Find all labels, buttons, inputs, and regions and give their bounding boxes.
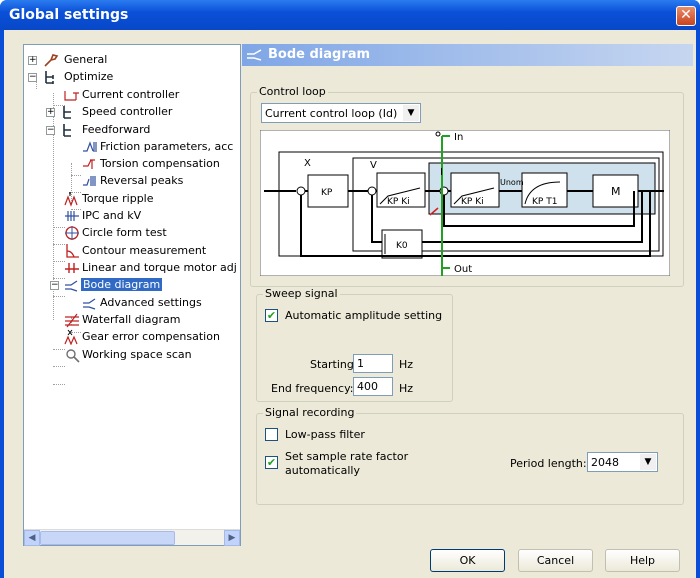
diagram-kpt1-label: KP T1: [532, 197, 557, 207]
sample-rate-label: Set sample rate factor: [285, 450, 409, 463]
sample-rate-checkbox[interactable]: ✔: [265, 456, 278, 469]
torsion-icon: [83, 159, 95, 169]
settings-tree[interactable]: + General − Optimize Current controller …: [23, 44, 241, 546]
sweep-signal-label: Sweep signal: [263, 287, 340, 300]
lowpass-filter-checkbox[interactable]: [265, 428, 278, 441]
diagram-x-label: X: [304, 158, 311, 169]
bode-icon: [65, 280, 78, 292]
lowpass-filter-label: Low-pass filter: [285, 428, 365, 441]
chevron-down-icon: ▼: [403, 105, 419, 121]
sample-rate-label-2: automatically: [285, 464, 360, 477]
collapse-icon[interactable]: −: [46, 126, 55, 135]
scroll-thumb[interactable]: [40, 531, 175, 545]
advanced-icon: [83, 298, 96, 310]
scroll-right-icon[interactable]: ▶: [224, 530, 240, 546]
dialog-window: Global settings ✕ + General − Optimize C…: [0, 0, 700, 578]
speed-controller-icon: [63, 106, 71, 119]
bode-icon: [247, 49, 262, 61]
starting-label: Starting: [310, 358, 354, 371]
contour-icon: [66, 244, 79, 258]
cancel-button[interactable]: Cancel: [518, 549, 593, 572]
gear-error-icon: [64, 329, 78, 345]
expand-icon[interactable]: +: [28, 56, 37, 65]
period-length-label: Period length:: [510, 457, 587, 470]
panel-header: Bode diagram: [242, 44, 693, 66]
diagram-in-label: In: [454, 132, 463, 143]
auto-amplitude-label: Automatic amplitude setting: [285, 309, 443, 322]
end-frequency-label: End frequency:: [271, 382, 354, 395]
tree-horizontal-scrollbar[interactable]: ◀ ▶: [24, 529, 240, 546]
scan-icon: [66, 349, 80, 363]
close-button[interactable]: ✕: [676, 6, 696, 26]
dialog-client-area: + General − Optimize Current controller …: [4, 30, 696, 578]
diagram-k0-label: K0: [396, 241, 408, 251]
control-loop-diagram: In Out X V I KP KP Ki KP Ki Unom KP T1 K…: [260, 130, 670, 276]
expand-icon[interactable]: +: [46, 108, 55, 117]
signal-recording-label: Signal recording: [263, 406, 357, 419]
feedforward-icon: [63, 124, 71, 137]
diagram-m-label: M: [611, 185, 621, 198]
optimize-icon: [45, 71, 54, 84]
reversal-icon: [83, 176, 96, 186]
friction-icon: [83, 141, 97, 152]
auto-amplitude-checkbox[interactable]: ✔: [265, 309, 278, 322]
period-length-select[interactable]: 2048 ▼: [587, 452, 658, 472]
starting-unit: Hz: [399, 358, 414, 371]
help-button[interactable]: Help: [605, 549, 680, 572]
panel-title: Bode diagram: [268, 47, 371, 62]
diagram-out-label: Out: [454, 264, 472, 275]
control-loop-select[interactable]: Current control loop (Id) ▼: [261, 103, 421, 123]
general-icon: [44, 54, 59, 67]
diagram-v-label: V: [370, 160, 377, 171]
current-controller-icon: [64, 91, 79, 101]
diagram-kpki-label-2: KP Ki: [461, 197, 484, 207]
waterfall-icon: [65, 313, 79, 328]
end-frequency-input[interactable]: 400: [353, 377, 393, 396]
scroll-left-icon[interactable]: ◀: [24, 530, 40, 546]
end-frequency-unit: Hz: [399, 382, 414, 395]
circle-form-icon: [65, 226, 79, 240]
diagram-i-label: I: [440, 167, 443, 178]
linear-motor-icon: [65, 263, 79, 273]
collapse-icon[interactable]: −: [28, 73, 37, 82]
collapse-icon[interactable]: −: [50, 281, 59, 290]
control-loop-label: Control loop: [257, 85, 328, 98]
starting-frequency-input[interactable]: 1: [353, 354, 393, 373]
ipc-icon: [65, 211, 79, 221]
window-title: Global settings: [9, 7, 129, 23]
title-bar: Global settings ✕: [0, 0, 700, 30]
torque-ripple-icon: [64, 192, 78, 207]
diagram-unom-label: Unom: [500, 178, 524, 187]
diagram-kp-label: KP: [321, 188, 333, 198]
chevron-down-icon: ▼: [640, 454, 656, 470]
diagram-kpki-label: KP Ki: [387, 197, 410, 207]
ok-button[interactable]: OK: [430, 549, 505, 572]
